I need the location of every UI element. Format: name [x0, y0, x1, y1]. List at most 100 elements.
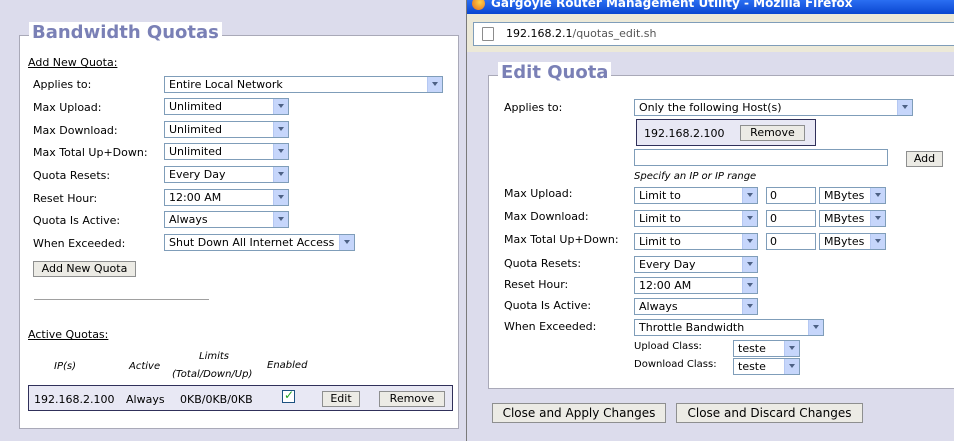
when-exceeded-label: When Exceeded:	[33, 237, 126, 250]
chevron-down-icon	[339, 235, 354, 250]
max-download-value: Unlimited	[169, 123, 222, 136]
applies-to-select[interactable]: Only the following Host(s)	[634, 99, 913, 116]
download-class-label: Download Class:	[634, 359, 717, 370]
applies-to-label: Applies to:	[504, 101, 563, 114]
max-total-unit: MBytes	[824, 235, 865, 248]
quota-resets-select[interactable]: Every Day	[164, 166, 289, 183]
bandwidth-quotas-panel: Bandwidth Quotas Add New Quota: Applies …	[19, 22, 459, 429]
quota-resets-label: Quota Resets:	[504, 257, 582, 270]
chevron-down-icon	[808, 320, 823, 335]
chevron-down-icon	[427, 77, 442, 92]
reset-hour-select[interactable]: 12:00 AM	[634, 277, 758, 294]
max-download-unit-select[interactable]: MBytes	[819, 210, 886, 227]
url-host: 192.168.2.1	[506, 27, 573, 40]
row-enabled-checkbox[interactable]: ✓	[282, 388, 295, 403]
firefox-icon	[472, 0, 485, 10]
max-download-amount-input[interactable]: 0	[766, 210, 816, 227]
quota-resets-select[interactable]: Every Day	[634, 256, 758, 273]
row-limits: 0KB/0KB/0KB	[180, 393, 253, 406]
header-limits: Limits	[199, 351, 229, 362]
header-ips: IP(s)	[54, 361, 76, 372]
when-exceeded-label: When Exceeded:	[504, 320, 597, 333]
max-total-amount-input[interactable]: 0	[766, 233, 816, 250]
close-discard-button[interactable]: Close and Discard Changes	[676, 403, 863, 423]
download-class-value: teste	[738, 360, 766, 373]
background-page: Bandwidth Quotas Add New Quota: Applies …	[0, 0, 466, 441]
chevron-down-icon	[742, 234, 757, 249]
max-upload-amount-input[interactable]: 0	[766, 187, 816, 204]
quota-resets-label: Quota Resets:	[33, 169, 111, 182]
reset-hour-label: Reset Hour:	[33, 192, 98, 205]
max-total-label: Max Total Up+Down:	[504, 233, 619, 246]
url-text: 192.168.2.1/quotas_edit.sh	[506, 27, 656, 40]
add-host-button[interactable]: Add	[906, 151, 943, 167]
chevron-down-icon	[273, 212, 288, 227]
close-apply-button[interactable]: Close and Apply Changes	[492, 403, 666, 423]
chevron-down-icon	[273, 99, 288, 114]
ip-range-hint: Specify an IP or IP range	[634, 171, 757, 182]
applies-to-select[interactable]: Entire Local Network	[164, 76, 443, 93]
row-remove-button[interactable]: Remove	[379, 391, 445, 407]
reset-hour-select[interactable]: 12:00 AM	[164, 189, 289, 206]
download-class-select[interactable]: teste	[733, 358, 800, 375]
chevron-down-icon	[870, 234, 885, 249]
max-total-unit-select[interactable]: MBytes	[819, 233, 886, 250]
chevron-down-icon	[742, 278, 757, 293]
max-download-label: Max Download:	[33, 124, 118, 137]
checkmark-icon: ✓	[284, 388, 295, 402]
row-ip: 192.168.2.100	[34, 393, 115, 406]
max-upload-unit-select[interactable]: MBytes	[819, 187, 886, 204]
window-titlebar[interactable]: Gargoyle Router Management Utility - Moz…	[467, 0, 954, 14]
quota-active-value: Always	[169, 213, 208, 226]
max-total-label: Max Total Up+Down:	[33, 146, 148, 159]
max-upload-mode-select[interactable]: Limit to	[634, 187, 758, 204]
quota-active-select[interactable]: Always	[164, 211, 289, 228]
when-exceeded-value: Shut Down All Internet Access	[169, 236, 335, 249]
max-upload-label: Max Upload:	[33, 101, 102, 114]
max-upload-label: Max Upload:	[504, 187, 573, 200]
quota-active-label: Quota Is Active:	[504, 299, 592, 312]
chevron-down-icon	[870, 188, 885, 203]
max-total-mode: Limit to	[639, 235, 681, 248]
edit-quota-panel: Edit Quota Applies to: Only the followin…	[488, 62, 954, 389]
when-exceeded-select[interactable]: Throttle Bandwidth	[634, 319, 824, 336]
chevron-down-icon	[273, 122, 288, 137]
header-active: Active	[129, 361, 161, 372]
when-exceeded-value: Throttle Bandwidth	[639, 321, 745, 334]
chevron-down-icon	[273, 190, 288, 205]
max-download-mode-select[interactable]: Limit to	[634, 210, 758, 227]
chevron-down-icon	[273, 144, 288, 159]
max-total-mode-select[interactable]: Limit to	[634, 233, 758, 250]
upload-class-select[interactable]: teste	[733, 340, 800, 357]
reset-hour-value: 12:00 AM	[639, 279, 692, 292]
applies-to-value: Entire Local Network	[169, 78, 283, 91]
host-remove-button[interactable]: Remove	[740, 125, 805, 141]
header-limits-detail: (Total/Down/Up)	[172, 369, 253, 380]
address-bar[interactable]: 192.168.2.1/quotas_edit.sh	[473, 22, 954, 46]
table-row: 192.168.2.100 Always 0KB/0KB/0KB ✓ Edit …	[28, 385, 453, 411]
max-total-value: Unlimited	[169, 145, 222, 158]
add-host-input[interactable]	[634, 149, 888, 166]
chevron-down-icon	[742, 188, 757, 203]
edit-quota-title: Edit Quota	[498, 62, 612, 84]
add-new-quota-heading: Add New Quota:	[28, 56, 118, 69]
chevron-down-icon	[742, 257, 757, 272]
host-list-item: 192.168.2.100 Remove	[636, 119, 816, 146]
max-total-select[interactable]: Unlimited	[164, 143, 289, 160]
max-download-mode: Limit to	[639, 212, 681, 225]
reset-hour-value: 12:00 AM	[169, 191, 222, 204]
row-edit-button[interactable]: Edit	[322, 391, 360, 407]
max-download-select[interactable]: Unlimited	[164, 121, 289, 138]
add-new-quota-button[interactable]: Add New Quota	[33, 261, 136, 277]
max-upload-value: Unlimited	[169, 100, 222, 113]
popup-content: Edit Quota Applies to: Only the followin…	[467, 52, 954, 441]
when-exceeded-select[interactable]: Shut Down All Internet Access	[164, 234, 355, 251]
bandwidth-quotas-title: Bandwidth Quotas	[29, 22, 222, 44]
applies-to-value: Only the following Host(s)	[639, 101, 782, 114]
quota-active-label: Quota Is Active:	[33, 214, 121, 227]
quota-active-select[interactable]: Always	[634, 298, 758, 315]
chevron-down-icon	[784, 341, 799, 356]
max-download-unit: MBytes	[824, 212, 865, 225]
upload-class-label: Upload Class:	[634, 341, 702, 352]
max-upload-select[interactable]: Unlimited	[164, 98, 289, 115]
